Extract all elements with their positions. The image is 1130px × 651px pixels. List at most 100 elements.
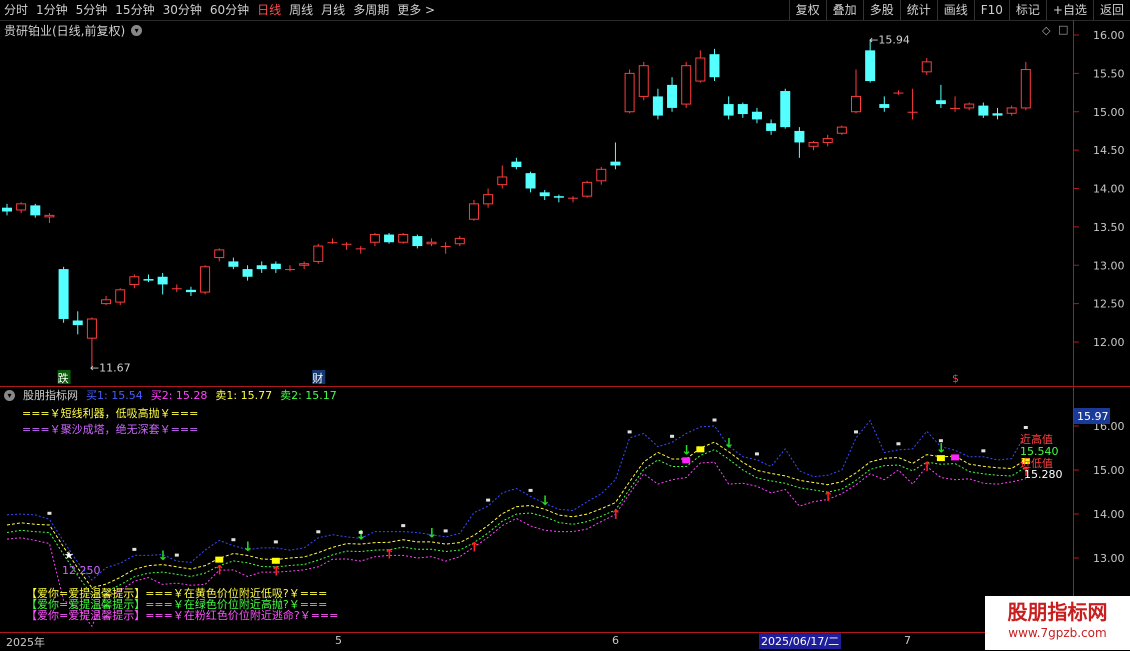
period-tab-8[interactable]: 月线 xyxy=(317,0,349,20)
candle-body xyxy=(596,168,607,182)
signal-block xyxy=(936,455,945,462)
indicator-chart[interactable]: 16.0015.0014.0013.0015.97↓↓↓ ↓↓↓ ↓ ↓↑ ↑↑ ↑↑↑↑… xyxy=(0,387,1130,633)
period-tab-4[interactable]: 30分钟 xyxy=(159,0,206,20)
y-tick-label: 13.00 xyxy=(1093,552,1125,565)
sell-arrow-icon: ↓ xyxy=(158,549,169,564)
function-button-0[interactable]: 复权 xyxy=(788,0,826,20)
buy-arrow-icon: ↑ xyxy=(610,508,621,523)
candle-body xyxy=(2,207,12,212)
month-label-7: 7 xyxy=(904,634,911,647)
buy-arrow-icon: ↑ xyxy=(922,460,933,475)
candle-body xyxy=(384,234,395,243)
signal-block xyxy=(215,556,224,563)
chevron-down-icon[interactable]: ▾ xyxy=(4,389,15,401)
period-tab-5[interactable]: 60分钟 xyxy=(206,0,253,20)
period-toolbar: 分时 1分钟 5分钟 15分钟 30分钟 60分钟 日线 周线 月线 多周期 更多 > 复权 叠加 多股… xyxy=(0,0,1130,21)
candle-body xyxy=(638,65,649,97)
low-value-label: 12.250 xyxy=(62,564,101,577)
time-axis: 2025年 5 6 2025/06/17/二 7 xyxy=(0,632,1130,651)
function-button-5[interactable]: F10 xyxy=(973,0,1009,20)
kline-panel[interactable]: 16.00 15.50 15.00 14.50 14.00 13.50 13.00 12.50… xyxy=(0,20,1130,385)
buy-arrow-icon: ↑ xyxy=(823,490,834,505)
candle-body xyxy=(695,57,706,82)
period-tab-9[interactable]: 多周期 xyxy=(349,0,393,20)
candle-body xyxy=(355,248,366,250)
function-button-3[interactable]: 统计 xyxy=(899,0,937,20)
candle-body xyxy=(214,249,225,259)
period-tab-3[interactable]: 15分钟 xyxy=(111,0,158,20)
candle-body xyxy=(468,203,479,220)
function-button-7[interactable]: +自选 xyxy=(1045,0,1093,20)
signal-dot xyxy=(1023,426,1028,429)
period-tab-1[interactable]: 1分钟 xyxy=(32,0,72,20)
period-tabs: 分时 1分钟 5分钟 15分钟 30分钟 60分钟 日线 周线 月线 多周期 更多 > xyxy=(0,0,439,20)
function-buttons: 复权 叠加 多股 统计 画线 F10 标记 +自选 返回 xyxy=(788,0,1130,20)
candle-body xyxy=(808,141,819,147)
candle-body xyxy=(780,91,791,128)
candle-body xyxy=(794,130,805,143)
kline-chart[interactable]: 16.00 15.50 15.00 14.50 14.00 13.50 13.00 12.50… xyxy=(0,20,1130,385)
chevron-down-icon[interactable]: ▾ xyxy=(131,25,143,36)
period-tab-0[interactable]: 分时 xyxy=(0,0,32,20)
event-marker-dollar: $ xyxy=(952,372,959,385)
candle-body xyxy=(964,103,975,109)
candle-body xyxy=(242,269,253,277)
star-icon: ★ xyxy=(64,549,74,562)
legend-item-1: 买2: 15.28 xyxy=(150,389,208,402)
indicator-legend: ▾ 股朋指标网 买1: 15.54 买2: 15.28 卖1: 15.77 卖2: 1… xyxy=(4,387,337,403)
y-tick-label: 15.50 xyxy=(1093,67,1125,80)
candle-body xyxy=(709,54,720,78)
diamond-icon[interactable]: ◇ xyxy=(1042,24,1050,37)
candle-body xyxy=(454,237,465,245)
legend-item-2: 卖1: 15.77 xyxy=(215,389,273,402)
tip-short-term: ===￥短线利器，低吸高抛￥=== xyxy=(22,406,198,420)
near-high-label: 近高值 xyxy=(1020,432,1053,446)
sell-arrow-icon: ↓ xyxy=(540,494,551,509)
candle-body xyxy=(171,288,182,290)
candle-body xyxy=(1020,69,1031,109)
signal-block xyxy=(682,457,691,464)
candle-body xyxy=(667,84,678,108)
candle-body xyxy=(313,245,324,262)
candle-body xyxy=(737,104,748,115)
buy-arrow-icon: ↑ xyxy=(384,548,395,563)
function-button-8[interactable]: 返回 xyxy=(1092,0,1130,20)
candle-body xyxy=(299,263,310,266)
period-tab-10[interactable]: 更多 > xyxy=(393,0,439,20)
candle-body xyxy=(766,123,777,131)
buy-arrow-icon: ↑ xyxy=(469,541,480,556)
candle-body xyxy=(511,161,522,168)
candle-body xyxy=(369,234,380,243)
candle-body xyxy=(129,276,140,285)
candle-body xyxy=(72,320,83,326)
sell-arrow-icon: ↓ xyxy=(936,441,947,456)
candle-body xyxy=(341,243,352,245)
function-button-1[interactable]: 叠加 xyxy=(825,0,863,20)
indicator-name: 股朋指标网 xyxy=(23,389,78,402)
candle-body xyxy=(270,263,281,270)
signal-dot xyxy=(670,434,675,438)
indicator-panel[interactable]: 16.00 15.00 14.00 13.00 15.97 ↓ ↓ ↓ ↓ ↓ ↓ ↓ ↓ ↑ ↑ ↑ ↑ ↑ ↑ ↑… xyxy=(0,386,1130,633)
period-tab-7[interactable]: 周线 xyxy=(285,0,317,20)
signal-dot xyxy=(132,547,137,551)
settings-icon[interactable]: □ xyxy=(1058,23,1068,36)
candle-body xyxy=(86,318,97,339)
candle-body xyxy=(256,265,267,270)
event-marker-cai: 财 xyxy=(312,371,323,385)
candle-body xyxy=(992,113,1003,116)
signal-dot xyxy=(896,442,901,446)
signal-dot xyxy=(754,452,759,456)
candle-body xyxy=(950,107,961,109)
candle-body xyxy=(200,266,211,293)
candle-body xyxy=(723,104,734,116)
function-button-6[interactable]: 标记 xyxy=(1008,0,1046,20)
buy-arrow-icon: ↑ xyxy=(271,565,282,580)
function-button-2[interactable]: 多股 xyxy=(862,0,900,20)
period-tab-2[interactable]: 5分钟 xyxy=(72,0,112,20)
candle-body xyxy=(327,242,338,244)
signal-dot xyxy=(358,530,363,534)
signal-dot xyxy=(443,529,448,533)
period-tab-6[interactable]: 日线 xyxy=(253,0,285,20)
candle-body xyxy=(483,194,494,205)
function-button-4[interactable]: 画线 xyxy=(936,0,974,20)
